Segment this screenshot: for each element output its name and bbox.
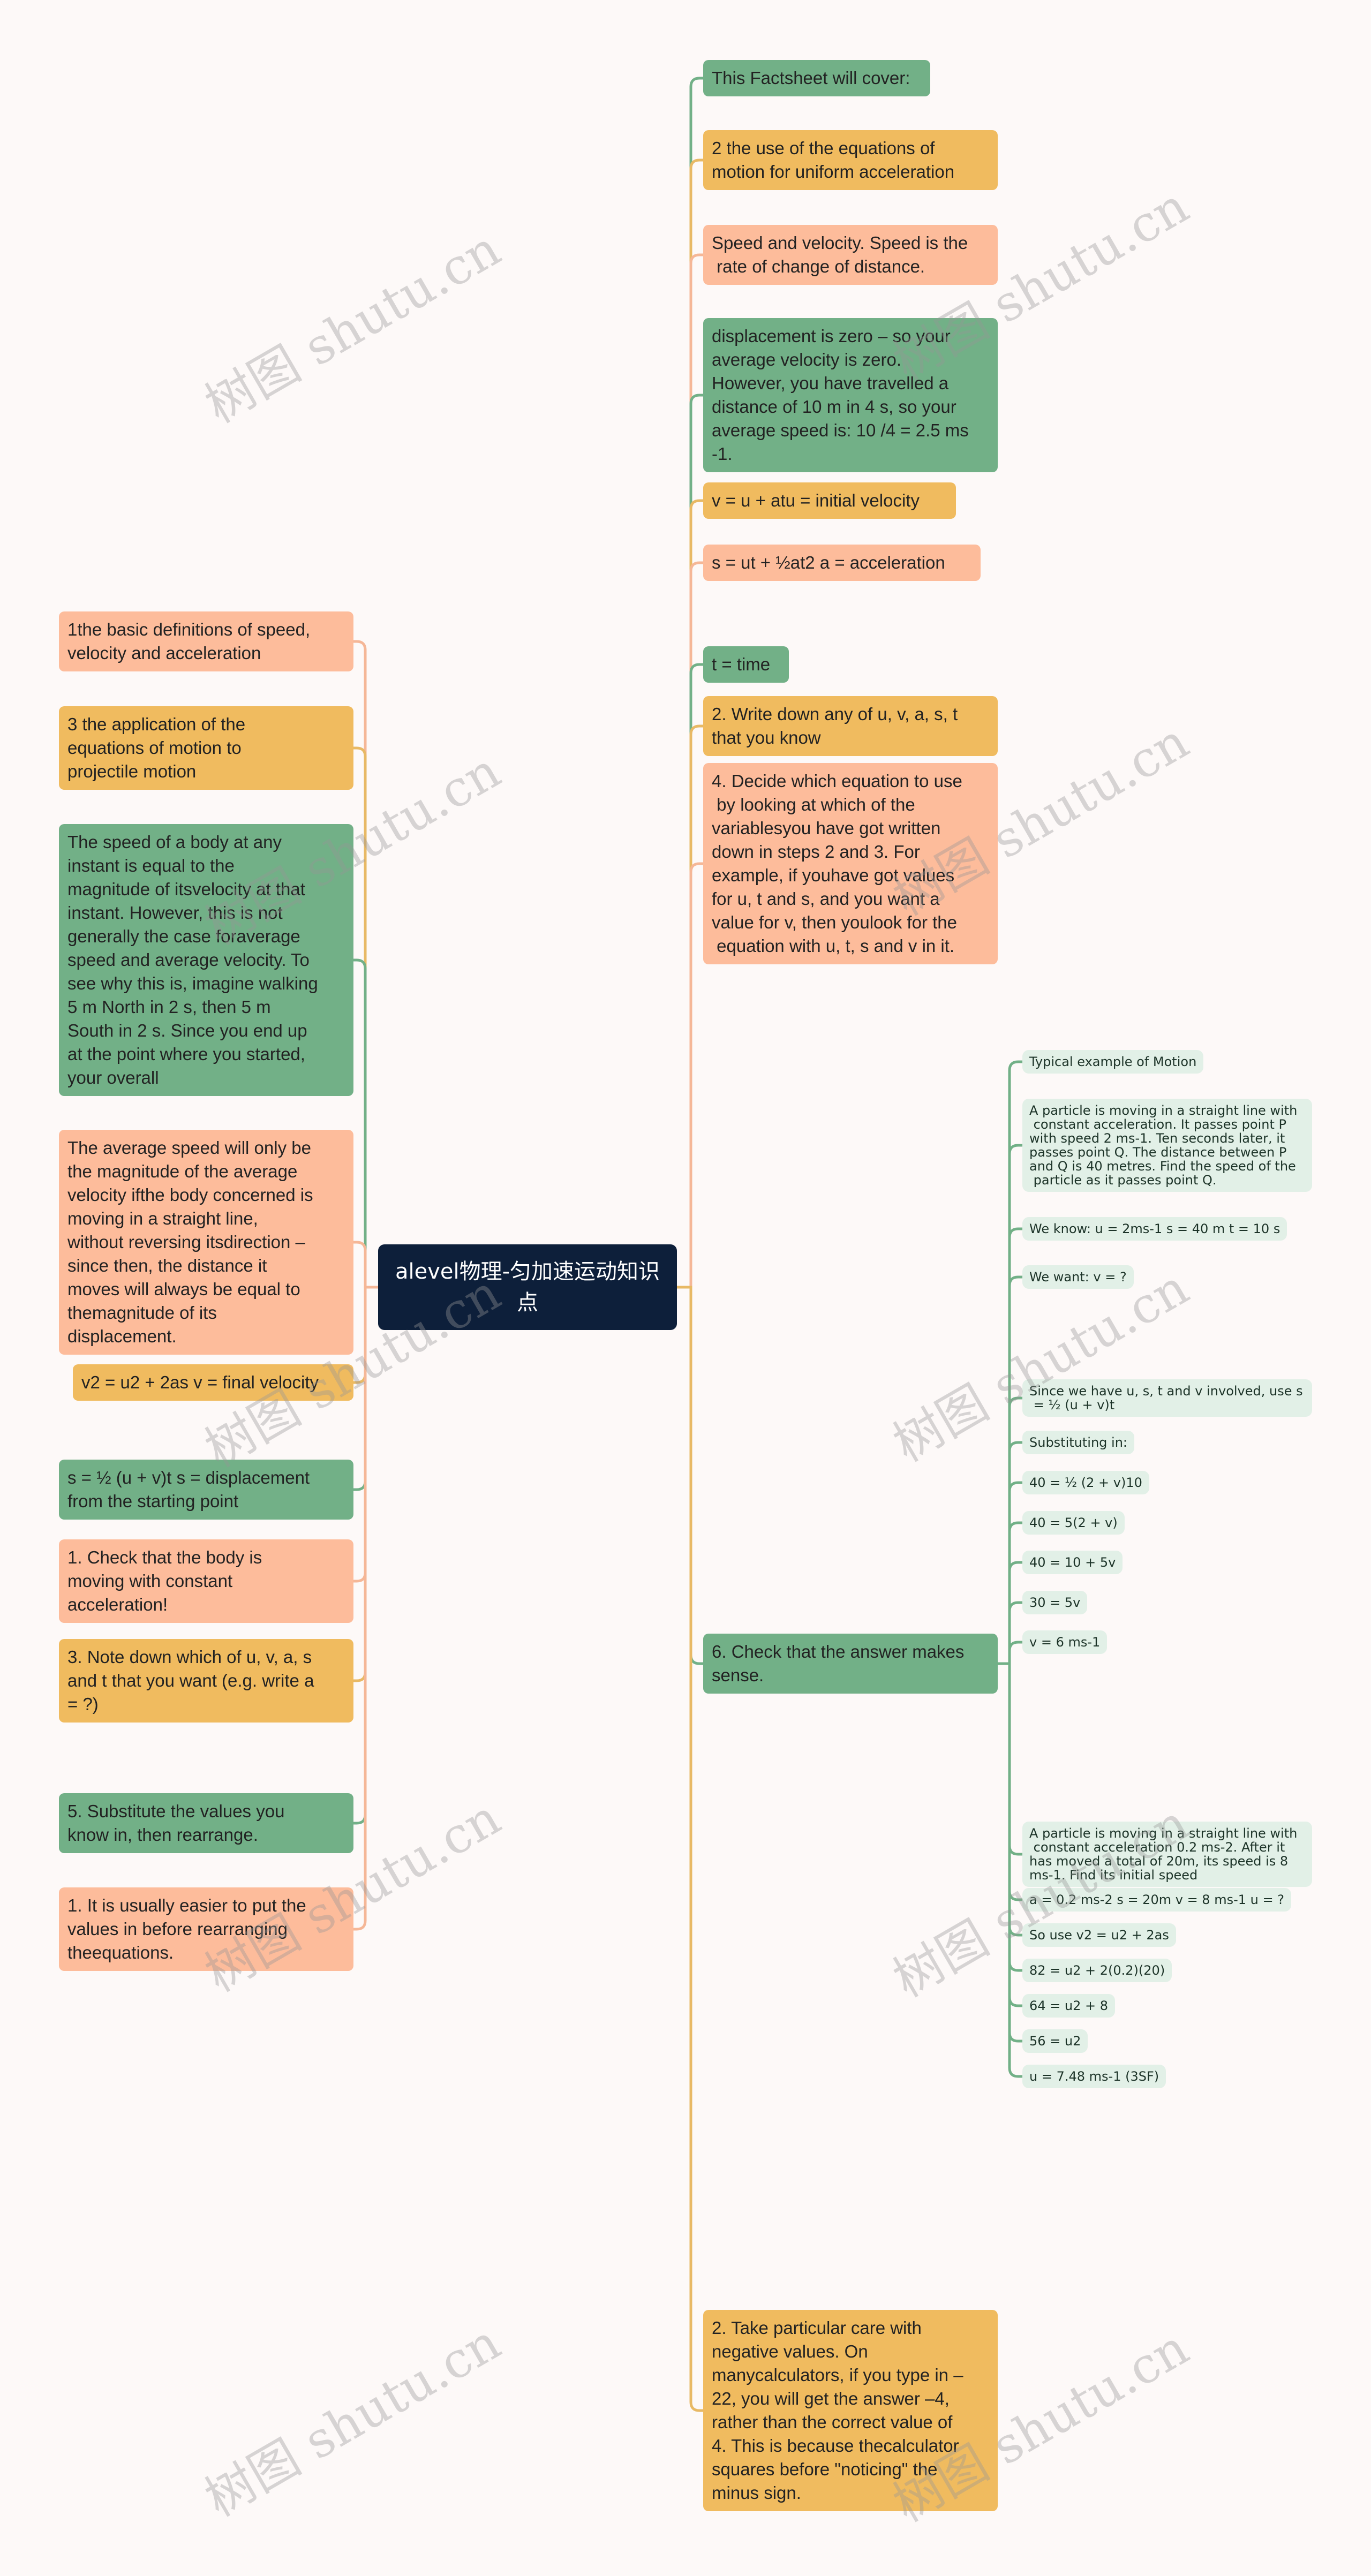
leaf-substituting[interactable]: Substituting in:: [1022, 1431, 1134, 1454]
leaf-given-values[interactable]: a = 0.2 ms-2 s = 20m v = 8 ms-1 u = ?: [1022, 1888, 1291, 1912]
branch-step-3-note[interactable]: 3. Note down which of u, v, a, s and t t…: [59, 1639, 353, 1723]
branch-t-time[interactable]: t = time: [703, 646, 789, 683]
leaf-result-u[interactable]: u = 7.48 ms-1 (3SF): [1022, 2065, 1166, 2088]
root-topic[interactable]: alevel物理-匀加速运动知识点: [378, 1244, 677, 1330]
branch-step-1-check[interactable]: 1. Check that the body is moving with co…: [59, 1539, 353, 1623]
branch-speed-velocity[interactable]: Speed and velocity. Speed is the rate of…: [703, 225, 998, 285]
root-title: alevel物理-匀加速运动知识点: [395, 1259, 660, 1315]
connector-left-branch: [353, 958, 378, 1289]
connector-leaf: [998, 1641, 1022, 1665]
branch-step-1-easier[interactable]: 1. It is usually easier to put the value…: [59, 1887, 353, 1971]
branch-step-2[interactable]: 2. Write down any of u, v, a, s, t that …: [703, 696, 998, 756]
branch-factsheet-cover[interactable]: This Factsheet will cover:: [703, 60, 930, 96]
leaf-typical-example[interactable]: Typical example of Motion: [1022, 1050, 1204, 1074]
leaf-since-we-have[interactable]: Since we have u, s, t and v involved, us…: [1022, 1379, 1312, 1417]
leaf-problem-1[interactable]: A particle is moving in a straight line …: [1022, 1099, 1312, 1192]
leaf-problem-2[interactable]: A particle is moving in a straight line …: [1022, 1822, 1312, 1887]
branch-step-4[interactable]: 4. Decide which equation to use by looki…: [703, 763, 998, 964]
branch-s-half-equation[interactable]: s = ½ (u + v)t s = displacement from the…: [59, 1460, 353, 1520]
branch-s-equation[interactable]: s = ut + ½at2 a = acceleration: [703, 545, 981, 581]
leaf-step-eq-1[interactable]: 40 = ½ (2 + v)10: [1022, 1471, 1149, 1494]
branch-step-6[interactable]: 6. Check that the answer makes sense.: [703, 1634, 998, 1694]
branch-speed-of-body[interactable]: The speed of a body at any instant is eq…: [59, 824, 353, 1096]
connector-right-branch: [677, 862, 703, 1289]
branch-projectile-motion[interactable]: 3 the application of the equations of mo…: [59, 706, 353, 790]
leaf-step-eq-5[interactable]: 82 = u2 + 2(0.2)(20): [1022, 1959, 1172, 1982]
branch-negative-values[interactable]: 2. Take particular care with negative va…: [703, 2310, 998, 2511]
leaf-step-eq-7[interactable]: 56 = u2: [1022, 2029, 1088, 2053]
branch-displacement-zero[interactable]: displacement is zero – so your average v…: [703, 318, 998, 472]
connector-leaf: [998, 1662, 1022, 2078]
connector-left-branch: [353, 1241, 378, 1289]
branch-basic-definitions[interactable]: 1the basic definitions of speed, velocit…: [59, 611, 353, 671]
leaf-result-v[interactable]: v = 6 ms-1: [1022, 1630, 1108, 1654]
branch-equations-use[interactable]: 2 the use of the equations of motion for…: [703, 130, 998, 190]
branch-v2-equation[interactable]: v2 = u2 + 2as v = final velocity: [73, 1364, 353, 1401]
connector-right-branch: [677, 1286, 703, 2412]
leaf-step-eq-6[interactable]: 64 = u2 + 8: [1022, 1994, 1116, 2018]
branch-step-5-substitute[interactable]: 5. Substitute the values you know in, th…: [59, 1793, 353, 1853]
branch-v-equation[interactable]: v = u + atu = initial velocity: [703, 482, 956, 519]
leaf-so-use[interactable]: So use v2 = u2 + 2as: [1022, 1923, 1176, 1947]
leaf-we-know[interactable]: We know: u = 2ms-1 s = 40 m t = 10 s: [1022, 1217, 1287, 1241]
leaf-we-want[interactable]: We want: v = ?: [1022, 1265, 1134, 1289]
leaf-step-eq-3[interactable]: 40 = 10 + 5v: [1022, 1551, 1123, 1574]
leaf-step-eq-4[interactable]: 30 = 5v: [1022, 1591, 1088, 1614]
branch-average-speed[interactable]: The average speed will only be the magni…: [59, 1130, 353, 1355]
leaf-step-eq-2[interactable]: 40 = 5(2 + v): [1022, 1511, 1125, 1535]
